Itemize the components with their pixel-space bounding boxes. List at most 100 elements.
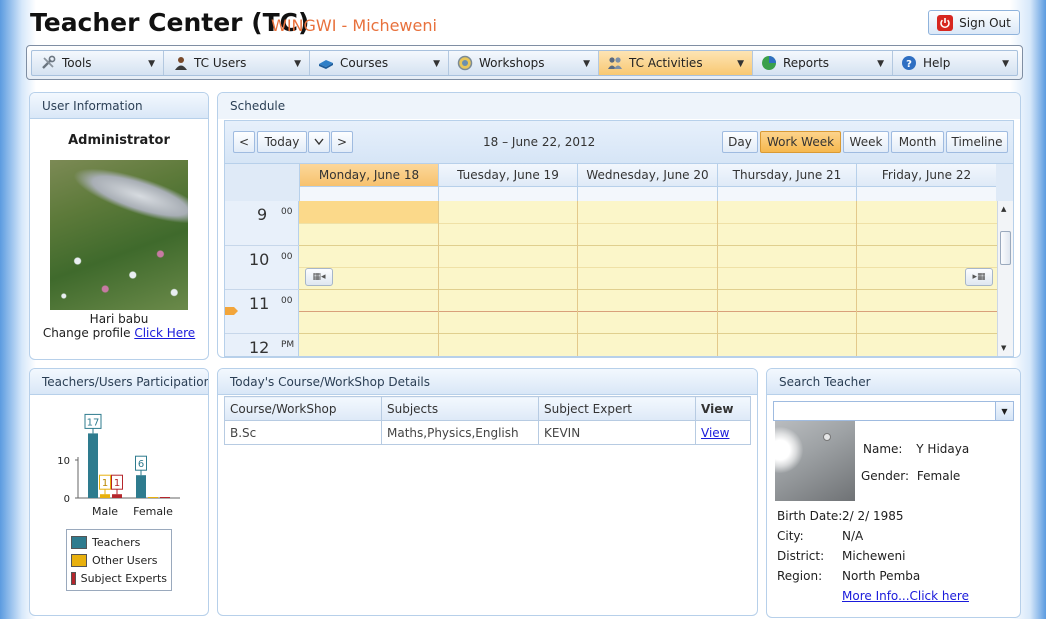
time-grid[interactable]: 9 00 10 00 11 00 12 PM ▦◂ ▸▦ ▲ ▼ (225, 201, 1013, 356)
date-picker-button[interactable] (308, 131, 330, 153)
teacher-name-row: Name: Y Hidaya (863, 442, 969, 456)
current-time-marker-icon (225, 307, 238, 315)
minute-label: 00 (281, 207, 293, 217)
bar-teachers (136, 475, 146, 498)
menu-label-reports: Reports (783, 56, 830, 70)
main-menu: Tools ▼ TC Users ▼ Courses ▼ Workshops ▼ (31, 50, 1018, 76)
user-info-panel: User Information Administrator Hari babu… (29, 92, 209, 360)
view-work-week-button[interactable]: Work Week (760, 131, 841, 153)
column-header-course[interactable]: Course/WorkShop (224, 396, 382, 421)
legend-item-other-users: Other Users (71, 551, 167, 569)
legend-swatch (71, 553, 87, 567)
y-tick-label: 0 (64, 494, 70, 505)
date-range-label: 18 – June 22, 2012 (483, 135, 596, 149)
gender-label: Gender: (861, 469, 910, 483)
next-button[interactable]: > (331, 131, 353, 153)
reports-icon (761, 55, 777, 71)
bar-subject-experts (112, 494, 122, 498)
data-label: 17 (87, 417, 100, 428)
chevron-down-icon: ▼ (294, 59, 301, 69)
bar-teachers (88, 433, 98, 498)
menu-help[interactable]: ? Help ▼ (893, 51, 1017, 75)
today-button[interactable]: Today (257, 131, 307, 153)
scroll-up-icon[interactable]: ▲ (1001, 205, 1006, 213)
activities-icon (607, 55, 623, 71)
column-header-expert[interactable]: Subject Expert (538, 396, 696, 421)
user-name: Hari babu (89, 312, 149, 326)
chevron-down-icon: ▼ (737, 59, 744, 69)
view-month-button[interactable]: Month (891, 131, 944, 153)
participation-panel: Teachers/Users Participation 0 10 17 1 1 Male… (29, 368, 209, 616)
change-profile-row: Change profile Click Here (30, 326, 208, 340)
users-icon (172, 55, 188, 71)
view-day-button[interactable]: Day (722, 131, 758, 153)
selected-slot[interactable] (299, 201, 438, 223)
menu-courses[interactable]: Courses ▼ (310, 51, 449, 75)
more-info-link[interactable]: More Info...Click here (842, 589, 969, 603)
course-details-panel: Today's Course/WorkShop Details Course/W… (217, 368, 758, 616)
power-icon (937, 14, 954, 31)
chevron-down-icon[interactable]: ▼ (995, 402, 1013, 420)
sign-out-button[interactable]: Sign Out (928, 10, 1020, 35)
menu-tc-users[interactable]: TC Users ▼ (164, 51, 310, 75)
cell-course: B.Sc (224, 420, 382, 445)
teacher-search-select[interactable]: ▼ (773, 401, 1014, 421)
page-title: Teacher Center (TC) (30, 8, 310, 37)
x-tick-label: Male (92, 505, 118, 518)
chevron-right-icon: > (336, 135, 348, 149)
prev-button[interactable]: < (233, 131, 255, 153)
name-label: Name: (863, 442, 903, 456)
day-header-wednesday[interactable]: Wednesday, June 20 (577, 164, 717, 186)
hour-label: 9 (257, 205, 268, 224)
svg-text:?: ? (906, 59, 912, 70)
column-header-view: View (695, 396, 751, 421)
birth-value: 2/ 2/ 1985 (842, 509, 904, 523)
view-timeline-button[interactable]: Timeline (946, 131, 1008, 153)
table-header-row: Course/WorkShop Subjects Subject Expert … (224, 396, 751, 421)
change-profile-text: Change profile (42, 326, 131, 340)
search-teacher-title: Search Teacher (767, 369, 1020, 395)
menu-tc-activities[interactable]: TC Activities ▼ (599, 51, 753, 75)
teacher-photo (775, 421, 855, 501)
bar-other-users (148, 497, 158, 498)
chevron-down-icon: ▼ (148, 59, 155, 69)
chevron-down-icon: ▼ (583, 59, 590, 69)
center-subtitle: WINGWI - Micheweni (271, 16, 437, 35)
column-header-subjects[interactable]: Subjects (381, 396, 539, 421)
menu-label-help: Help (923, 56, 951, 70)
y-tick-label: 10 (57, 456, 70, 467)
day-header-monday[interactable]: Monday, June 18 (299, 164, 438, 186)
legend-label: Teachers (92, 535, 141, 549)
menu-label-tc-users: TC Users (194, 56, 247, 70)
change-profile-link[interactable]: Click Here (134, 326, 195, 340)
participation-chart: 0 10 17 1 1 Male 6 Female (57, 413, 180, 518)
chevron-down-icon (314, 138, 324, 146)
view-week-button[interactable]: Week (843, 131, 889, 153)
help-icon: ? (901, 55, 917, 71)
scroll-down-icon[interactable]: ▼ (1001, 344, 1006, 352)
view-link[interactable]: View (701, 426, 729, 440)
day-header-thursday[interactable]: Thursday, June 21 (717, 164, 856, 186)
menu-tools[interactable]: Tools ▼ (32, 51, 164, 75)
region-label: Region: (777, 569, 823, 583)
menu-reports[interactable]: Reports ▼ (753, 51, 893, 75)
course-details-title: Today's Course/WorkShop Details (218, 369, 757, 395)
day-header-tuesday[interactable]: Tuesday, June 19 (438, 164, 577, 186)
menu-label-tc-activities: TC Activities (629, 56, 703, 70)
data-label: 6 (138, 459, 144, 470)
previous-appointment-button[interactable]: ▦◂ (305, 268, 333, 286)
chart-legend: Teachers Other Users Subject Experts (66, 529, 172, 591)
day-header-friday[interactable]: Friday, June 22 (856, 164, 996, 186)
name-value: Y Hidaya (916, 442, 970, 456)
menu-workshops[interactable]: Workshops ▼ (449, 51, 599, 75)
grid-arrow-left-icon: ▦◂ (312, 272, 326, 282)
next-appointment-button[interactable]: ▸▦ (965, 268, 993, 286)
minute-label: PM (281, 340, 295, 350)
book-icon (318, 55, 334, 71)
schedule-scrollbar[interactable]: ▲ ▼ (997, 201, 1013, 356)
city-label: City: (777, 529, 804, 543)
course-table: Course/WorkShop Subjects Subject Expert … (224, 396, 751, 445)
menu-label-courses: Courses (340, 56, 389, 70)
scroll-thumb[interactable] (1000, 231, 1011, 265)
menu-bar-frame: Tools ▼ TC Users ▼ Courses ▼ Workshops ▼ (26, 45, 1023, 80)
